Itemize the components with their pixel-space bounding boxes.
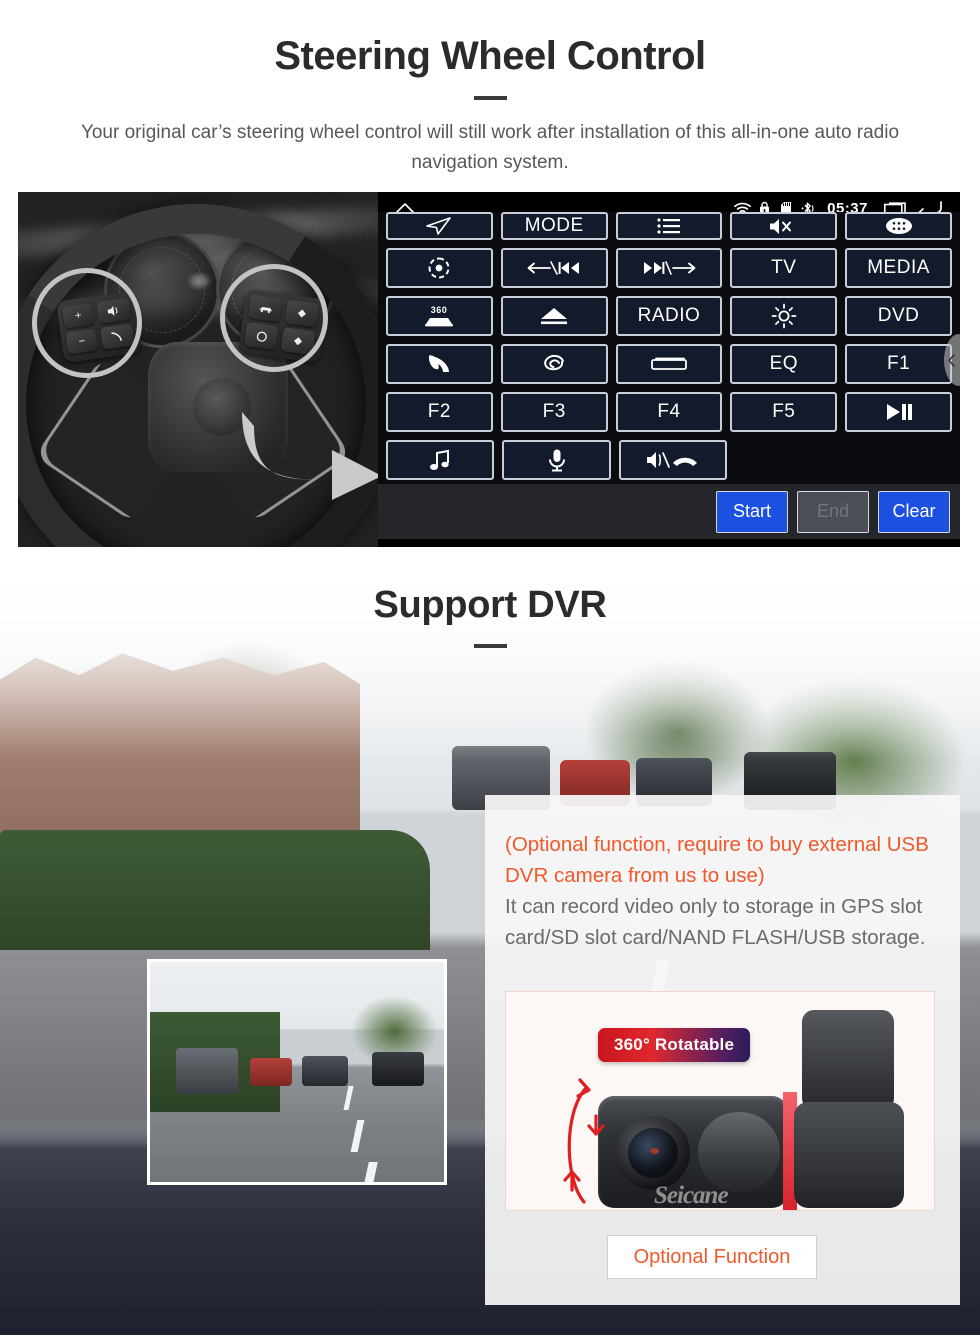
preview-vehicle-red [250,1058,292,1086]
swc-button-apps[interactable] [845,212,952,240]
chevron-left-icon [948,353,955,367]
dvr-optional-note: (Optional function, require to buy exter… [505,829,938,891]
rotatable-badge: 360° Rotatable [598,1028,751,1062]
highlight-ring-left [32,268,142,378]
preview-vehicle-dark [302,1056,348,1086]
swc-button-f4[interactable]: F4 [615,392,723,432]
page-title: Steering Wheel Control [274,34,706,78]
phone-call-icon [429,355,450,372]
rotation-arrows [558,1078,622,1210]
brightness-icon [771,303,797,329]
swc-button-tv[interactable]: TV [730,248,838,288]
section-subtitle: Your original car’s steering wheel contr… [80,122,900,173]
preview-lane-3 [363,1162,378,1182]
swc-button-radio[interactable]: RADIO [615,296,723,336]
apps-grid-icon [885,218,912,234]
swc-button-list[interactable] [615,212,723,240]
previous-track-icon [527,261,580,275]
swc-learning-button-grid: MODE TV MEDIA 360 RADIO DVD EQ F1 F2 F3 … [378,212,960,484]
dvr-title-divider [474,644,507,648]
rotation-arrow-icon [563,1078,605,1204]
swc-row-2: TV MEDIA [386,248,952,288]
swc-button-empty-1 [735,440,839,480]
optional-function-button[interactable]: Optional Function [607,1235,817,1279]
start-button[interactable]: Start [716,490,788,533]
swc-button-mode[interactable]: MODE [500,212,608,240]
volume-hangup-icon [647,452,698,468]
steering-wheel-photo: + − [18,192,378,547]
preview-vehicle-black [372,1052,424,1086]
play-pause-icon [886,404,912,420]
camera-lens-glint [650,1148,659,1154]
head-unit-screen: 05:37 MODE TV MEDIA 360 RADIO DVD EQ F1 … [378,192,960,547]
clear-button[interactable]: Clear [878,490,950,533]
product-feature-page: Steering Wheel Control Your original car… [0,0,980,1335]
swc-button-power[interactable] [386,248,493,288]
power-eye-icon [428,257,450,279]
swc-button-eject[interactable] [500,296,608,336]
hedge-left [0,830,430,950]
dashcam-preview-image [147,959,447,1185]
swc-button-f5[interactable]: F5 [730,392,838,432]
steering-wheel-control-section: Steering Wheel Control Your original car… [0,0,980,560]
swc-button-microphone[interactable] [502,440,611,480]
yellow-arrow-icon [242,412,378,500]
swc-button-mute[interactable] [730,212,838,240]
eject-icon [541,308,568,325]
dvr-info-panel: (Optional function, require to buy exter… [485,795,960,1305]
swc-button-f1[interactable]: F1 [845,344,952,384]
swc-button-brightness[interactable] [730,296,838,336]
swc-row-3: 360 RADIO DVD [386,296,952,336]
list-menu-icon [657,218,680,234]
svg-text:360: 360 [431,305,448,315]
swc-button-navigation[interactable] [386,212,493,240]
screen-icon [651,357,687,370]
swc-row-4: EQ F1 [386,344,952,384]
swc-action-bar: Start End Clear [378,484,960,539]
swc-button-volume-hangup[interactable] [618,440,728,480]
pointer-arrow [232,388,378,500]
hero-image-row: + − 05:37 MODE TV MEDIA 360 RADIO DVD EQ… [18,192,960,547]
swc-row-6 [386,440,952,480]
swc-button-dvd[interactable]: DVD [845,296,952,336]
swc-button-swirl[interactable] [500,344,608,384]
360-car-icon: 360 [425,305,454,327]
mute-speaker-icon [769,218,791,234]
dvr-optional-note-text: (Optional function, require to buy exter… [505,833,929,887]
swc-row-1: MODE [386,212,952,240]
music-note-icon [430,449,450,470]
dvr-section-title: Support DVR [373,584,607,626]
preview-vehicle-suv [176,1048,238,1094]
dvr-storage-note: It can record video only to storage in G… [505,895,926,949]
highlight-ring-right [220,264,328,372]
camera-mount-base [794,1102,904,1208]
camera-lens [628,1128,678,1178]
swc-button-next[interactable] [615,248,723,288]
microphone-icon [548,449,565,472]
swc-button-empty-2 [848,440,952,480]
swc-button-phone[interactable] [386,344,493,384]
swc-button-music[interactable] [386,440,495,480]
swc-button-previous[interactable] [500,248,608,288]
swc-button-360-camera[interactable]: 360 [386,296,493,336]
swc-button-eq[interactable]: EQ [730,344,838,384]
preview-lane-2 [350,1120,365,1152]
title-divider [474,96,507,100]
swc-button-screen[interactable] [615,344,723,384]
camera-mount-tab [802,1010,894,1110]
dvr-camera-image: 360° Rotatable Seicane [505,991,935,1211]
swirl-icon [544,354,565,371]
brand-watermark: Seicane [654,1182,729,1209]
swc-row-5: F2 F3 F4 F5 [386,392,952,432]
camera-lens-ring [616,1116,690,1190]
swc-button-f2[interactable]: F2 [386,392,493,432]
swc-button-f3[interactable]: F3 [500,392,608,432]
next-track-icon [643,261,696,275]
swc-button-play-pause[interactable] [845,392,952,432]
swc-button-media[interactable]: MEDIA [845,248,952,288]
navigation-arrow-icon [426,217,452,235]
camera-side-panel [698,1112,780,1192]
end-button: End [797,490,869,533]
